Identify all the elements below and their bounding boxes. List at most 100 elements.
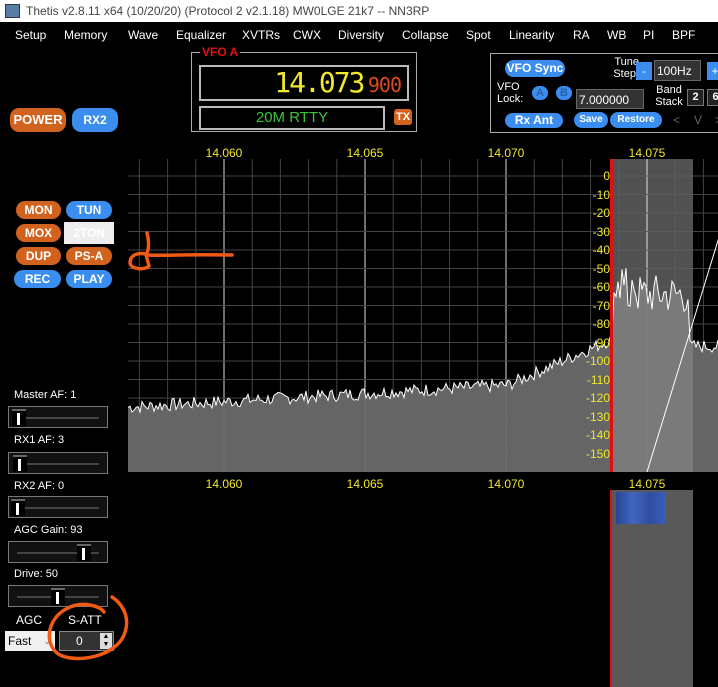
vfo-control-panel: VFO Sync Tune Step: - 100Hz + VFO Lock: … [490, 53, 718, 133]
agc-mode-select[interactable]: Fast ⌄ [5, 631, 55, 651]
window-title: Thetis v2.8.11 x64 (10/20/20) (Protocol … [26, 4, 430, 18]
tune-step-plus[interactable]: + [707, 62, 718, 80]
menu-bar: Setup Memory Wave Equalizer XVTRs CWX Di… [0, 24, 718, 46]
rx1-af-label: RX1 AF: 3 [14, 434, 65, 446]
s-att-value: 0 [76, 634, 83, 648]
menu-ra[interactable]: RA [573, 24, 590, 46]
drive-slider[interactable] [8, 585, 108, 607]
rec-button[interactable]: REC [14, 270, 61, 288]
restore-button[interactable]: Restore [610, 112, 662, 128]
freq-label-top: 14.075 [628, 146, 666, 160]
db-label: -60 [592, 280, 610, 294]
db-label: -30 [592, 224, 610, 239]
vfo-a-panel: VFO A 14.073 900 20M RTTY TX [191, 45, 417, 132]
tune-step-minus[interactable]: - [636, 62, 652, 80]
db-label: -20 [592, 206, 610, 220]
db-label: -140 [585, 428, 610, 442]
tun-button[interactable]: TUN [66, 201, 112, 219]
db-label: -40 [592, 243, 610, 257]
menu-cwx[interactable]: CWX [293, 24, 321, 46]
nav-down-button[interactable]: V [694, 114, 702, 126]
menu-xvtrs[interactable]: XVTRs [242, 24, 280, 46]
lock-b-button[interactable]: B [556, 86, 572, 100]
title-bar: Thetis v2.8.11 x64 (10/20/20) (Protocol … [0, 0, 718, 22]
rx2-af-value: 0 [58, 480, 65, 492]
menu-wave[interactable]: Wave [128, 24, 158, 46]
spin-arrows-icon[interactable]: ▲ ▼ [100, 633, 112, 649]
db-scale: 0 -10 -20 -30 -40 -50 -60 -70 -80 -90 -100 -110 -120… [560, 159, 610, 472]
panadapter[interactable] [128, 159, 718, 472]
agc-mode-value: Fast [8, 634, 32, 648]
2tone-button[interactable]: 2TON [64, 222, 114, 244]
db-label: -110 [586, 372, 610, 387]
dup-button[interactable]: DUP [16, 247, 61, 265]
play-button[interactable]: PLAY [66, 270, 112, 288]
s-att-spinner[interactable]: 0 ▲ ▼ [59, 631, 114, 651]
save-button[interactable]: Save [574, 112, 608, 128]
vfo-sync-button[interactable]: VFO Sync [505, 60, 565, 77]
mon-button[interactable]: MON [16, 201, 61, 219]
vfo-marker [610, 159, 613, 472]
db-label: -90 [592, 335, 610, 350]
master-af-slider[interactable] [8, 406, 108, 428]
mox-button[interactable]: MOX [16, 224, 61, 242]
menu-bpf[interactable]: BPF [672, 24, 695, 46]
freq-label-top: 14.065 [346, 146, 384, 160]
freq-label-bottom: 14.060 [205, 477, 243, 491]
s-att-label: S-ATT [68, 613, 102, 627]
lock-frequency-field[interactable]: 7.000000 [576, 89, 644, 109]
vfo-lock-label: VFO Lock: [497, 81, 524, 105]
rx2-af-slider[interactable] [8, 496, 108, 518]
menu-diversity[interactable]: Diversity [338, 24, 384, 46]
menu-spot[interactable]: Spot [466, 24, 491, 46]
menu-wb[interactable]: WB [607, 24, 626, 46]
ps-a-button[interactable]: PS-A [66, 247, 112, 265]
waterfall[interactable] [128, 490, 718, 687]
db-label: -80 [592, 317, 610, 331]
agc-label: AGC [16, 613, 43, 627]
rx1-af-slider[interactable] [8, 452, 108, 474]
rx2-af-label: RX2 AF: 0 [14, 480, 65, 492]
rx1-af-value: 3 [58, 434, 65, 446]
menu-pi[interactable]: PI [643, 24, 654, 46]
menu-equalizer[interactable]: Equalizer [176, 24, 226, 46]
vfo-a-title: VFO A [200, 45, 241, 59]
db-label: -130 [585, 409, 610, 424]
db-label: -150 [585, 446, 610, 461]
freq-label-bottom: 14.070 [487, 477, 525, 491]
db-label: 0 [603, 169, 610, 183]
filter-overlay [612, 159, 693, 472]
freq-main: 14.073 [274, 66, 365, 99]
db-label: -50 [592, 261, 610, 276]
menu-collapse[interactable]: Collapse [402, 24, 449, 46]
agc-gain-slider[interactable] [8, 541, 108, 563]
menu-linearity[interactable]: Linearity [509, 24, 554, 46]
chevron-down-icon: ⌄ [43, 636, 51, 646]
drive-label: Drive: 50 [14, 568, 59, 580]
band-mode-display: 20M RTTY [199, 106, 385, 130]
freq-label-bottom: 14.065 [346, 477, 384, 491]
db-label: -120 [585, 391, 610, 405]
tune-step-label: Tune Step: [613, 56, 639, 80]
menu-setup[interactable]: Setup [15, 24, 46, 46]
band-stack-index[interactable]: 2 [687, 89, 704, 106]
master-af-value: 1 [70, 389, 77, 401]
spectrum-display[interactable] [128, 159, 718, 472]
db-label: -10 [592, 187, 610, 202]
power-button[interactable]: POWER [10, 108, 66, 132]
tune-step-field[interactable]: 100Hz [654, 60, 701, 81]
nav-prev-button[interactable]: < [673, 114, 680, 126]
agc-gain-value: 93 [70, 524, 83, 536]
db-label: -70 [592, 298, 610, 313]
lock-a-button[interactable]: A [532, 86, 548, 100]
rx-ant-button[interactable]: Rx Ant [505, 113, 563, 128]
tx-button[interactable]: TX [394, 109, 412, 125]
waterfall-signal [616, 492, 666, 524]
freq-label-bottom: 14.075 [628, 477, 666, 491]
band-stack-count[interactable]: 6 [707, 89, 718, 106]
vfo-a-frequency[interactable]: 14.073 900 [199, 65, 409, 101]
rx2-button[interactable]: RX2 [72, 108, 118, 132]
app-icon [5, 4, 20, 18]
menu-memory[interactable]: Memory [64, 24, 107, 46]
band-stack-label: Band Stack [655, 84, 683, 108]
